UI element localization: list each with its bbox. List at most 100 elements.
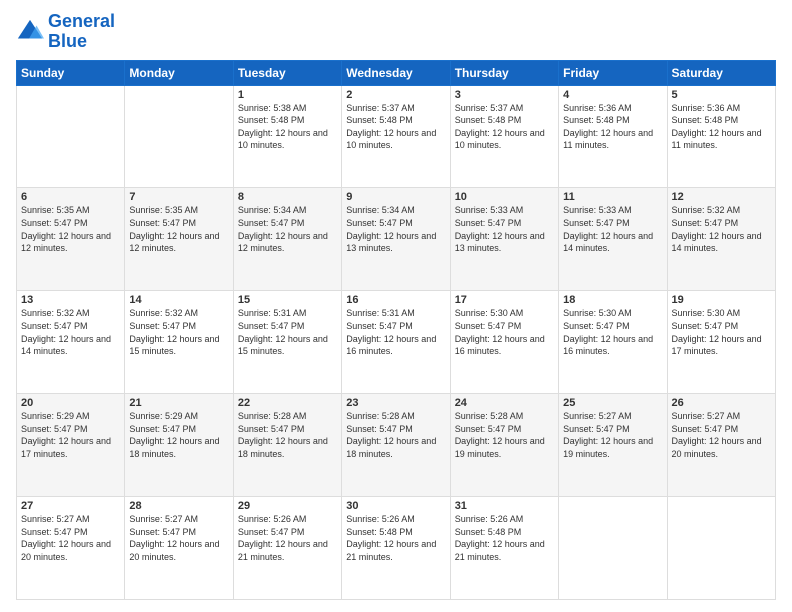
day-info: Sunrise: 5:32 AM Sunset: 5:47 PM Dayligh…	[129, 307, 228, 357]
calendar-cell	[559, 497, 667, 600]
day-info: Sunrise: 5:31 AM Sunset: 5:47 PM Dayligh…	[346, 307, 445, 357]
calendar-cell: 11Sunrise: 5:33 AM Sunset: 5:47 PM Dayli…	[559, 188, 667, 291]
day-info: Sunrise: 5:30 AM Sunset: 5:47 PM Dayligh…	[455, 307, 554, 357]
day-header-friday: Friday	[559, 60, 667, 85]
day-number: 2	[346, 89, 445, 101]
calendar-cell	[125, 85, 233, 188]
day-number: 11	[563, 191, 662, 203]
calendar-cell: 3Sunrise: 5:37 AM Sunset: 5:48 PM Daylig…	[450, 85, 558, 188]
day-number: 22	[238, 397, 337, 409]
calendar-cell: 27Sunrise: 5:27 AM Sunset: 5:47 PM Dayli…	[17, 497, 125, 600]
day-info: Sunrise: 5:35 AM Sunset: 5:47 PM Dayligh…	[129, 204, 228, 254]
calendar-cell: 2Sunrise: 5:37 AM Sunset: 5:48 PM Daylig…	[342, 85, 450, 188]
day-number: 25	[563, 397, 662, 409]
calendar-header-row: SundayMondayTuesdayWednesdayThursdayFrid…	[17, 60, 776, 85]
calendar-cell: 6Sunrise: 5:35 AM Sunset: 5:47 PM Daylig…	[17, 188, 125, 291]
calendar-cell: 31Sunrise: 5:26 AM Sunset: 5:48 PM Dayli…	[450, 497, 558, 600]
calendar-cell: 15Sunrise: 5:31 AM Sunset: 5:47 PM Dayli…	[233, 291, 341, 394]
day-number: 8	[238, 191, 337, 203]
day-number: 12	[672, 191, 771, 203]
calendar-cell: 29Sunrise: 5:26 AM Sunset: 5:47 PM Dayli…	[233, 497, 341, 600]
calendar-cell: 18Sunrise: 5:30 AM Sunset: 5:47 PM Dayli…	[559, 291, 667, 394]
day-header-thursday: Thursday	[450, 60, 558, 85]
day-info: Sunrise: 5:27 AM Sunset: 5:47 PM Dayligh…	[21, 513, 120, 563]
day-number: 3	[455, 89, 554, 101]
logo: General Blue	[16, 12, 115, 52]
calendar-cell: 20Sunrise: 5:29 AM Sunset: 5:47 PM Dayli…	[17, 394, 125, 497]
page: General Blue SundayMondayTuesdayWednesda…	[0, 0, 792, 612]
day-info: Sunrise: 5:28 AM Sunset: 5:47 PM Dayligh…	[346, 410, 445, 460]
day-number: 28	[129, 500, 228, 512]
calendar-week-2: 6Sunrise: 5:35 AM Sunset: 5:47 PM Daylig…	[17, 188, 776, 291]
calendar-body: 1Sunrise: 5:38 AM Sunset: 5:48 PM Daylig…	[17, 85, 776, 599]
day-header-monday: Monday	[125, 60, 233, 85]
day-number: 20	[21, 397, 120, 409]
day-number: 13	[21, 294, 120, 306]
day-number: 27	[21, 500, 120, 512]
day-number: 18	[563, 294, 662, 306]
calendar-cell: 16Sunrise: 5:31 AM Sunset: 5:47 PM Dayli…	[342, 291, 450, 394]
day-info: Sunrise: 5:31 AM Sunset: 5:47 PM Dayligh…	[238, 307, 337, 357]
day-info: Sunrise: 5:35 AM Sunset: 5:47 PM Dayligh…	[21, 204, 120, 254]
day-info: Sunrise: 5:26 AM Sunset: 5:47 PM Dayligh…	[238, 513, 337, 563]
day-number: 24	[455, 397, 554, 409]
day-number: 26	[672, 397, 771, 409]
day-info: Sunrise: 5:34 AM Sunset: 5:47 PM Dayligh…	[346, 204, 445, 254]
day-info: Sunrise: 5:30 AM Sunset: 5:47 PM Dayligh…	[672, 307, 771, 357]
calendar-cell: 7Sunrise: 5:35 AM Sunset: 5:47 PM Daylig…	[125, 188, 233, 291]
day-header-tuesday: Tuesday	[233, 60, 341, 85]
day-info: Sunrise: 5:37 AM Sunset: 5:48 PM Dayligh…	[346, 102, 445, 152]
day-info: Sunrise: 5:27 AM Sunset: 5:47 PM Dayligh…	[129, 513, 228, 563]
day-header-saturday: Saturday	[667, 60, 775, 85]
calendar-week-1: 1Sunrise: 5:38 AM Sunset: 5:48 PM Daylig…	[17, 85, 776, 188]
day-number: 16	[346, 294, 445, 306]
calendar-cell: 23Sunrise: 5:28 AM Sunset: 5:47 PM Dayli…	[342, 394, 450, 497]
day-info: Sunrise: 5:32 AM Sunset: 5:47 PM Dayligh…	[672, 204, 771, 254]
calendar-cell: 21Sunrise: 5:29 AM Sunset: 5:47 PM Dayli…	[125, 394, 233, 497]
calendar-cell	[17, 85, 125, 188]
day-info: Sunrise: 5:32 AM Sunset: 5:47 PM Dayligh…	[21, 307, 120, 357]
day-number: 5	[672, 89, 771, 101]
calendar-cell	[667, 497, 775, 600]
day-number: 29	[238, 500, 337, 512]
calendar-cell: 10Sunrise: 5:33 AM Sunset: 5:47 PM Dayli…	[450, 188, 558, 291]
calendar-cell: 19Sunrise: 5:30 AM Sunset: 5:47 PM Dayli…	[667, 291, 775, 394]
day-number: 14	[129, 294, 228, 306]
calendar-cell: 28Sunrise: 5:27 AM Sunset: 5:47 PM Dayli…	[125, 497, 233, 600]
calendar-cell: 26Sunrise: 5:27 AM Sunset: 5:47 PM Dayli…	[667, 394, 775, 497]
calendar-week-4: 20Sunrise: 5:29 AM Sunset: 5:47 PM Dayli…	[17, 394, 776, 497]
day-info: Sunrise: 5:27 AM Sunset: 5:47 PM Dayligh…	[563, 410, 662, 460]
calendar-cell: 14Sunrise: 5:32 AM Sunset: 5:47 PM Dayli…	[125, 291, 233, 394]
day-info: Sunrise: 5:38 AM Sunset: 5:48 PM Dayligh…	[238, 102, 337, 152]
day-info: Sunrise: 5:34 AM Sunset: 5:47 PM Dayligh…	[238, 204, 337, 254]
calendar-cell: 1Sunrise: 5:38 AM Sunset: 5:48 PM Daylig…	[233, 85, 341, 188]
day-number: 31	[455, 500, 554, 512]
calendar-cell: 9Sunrise: 5:34 AM Sunset: 5:47 PM Daylig…	[342, 188, 450, 291]
day-number: 6	[21, 191, 120, 203]
day-number: 7	[129, 191, 228, 203]
day-number: 1	[238, 89, 337, 101]
day-number: 19	[672, 294, 771, 306]
calendar-cell: 8Sunrise: 5:34 AM Sunset: 5:47 PM Daylig…	[233, 188, 341, 291]
day-info: Sunrise: 5:26 AM Sunset: 5:48 PM Dayligh…	[455, 513, 554, 563]
day-header-sunday: Sunday	[17, 60, 125, 85]
day-number: 9	[346, 191, 445, 203]
day-info: Sunrise: 5:30 AM Sunset: 5:47 PM Dayligh…	[563, 307, 662, 357]
day-number: 10	[455, 191, 554, 203]
day-info: Sunrise: 5:28 AM Sunset: 5:47 PM Dayligh…	[238, 410, 337, 460]
day-info: Sunrise: 5:26 AM Sunset: 5:48 PM Dayligh…	[346, 513, 445, 563]
day-info: Sunrise: 5:36 AM Sunset: 5:48 PM Dayligh…	[672, 102, 771, 152]
day-info: Sunrise: 5:36 AM Sunset: 5:48 PM Dayligh…	[563, 102, 662, 152]
day-info: Sunrise: 5:29 AM Sunset: 5:47 PM Dayligh…	[21, 410, 120, 460]
logo-icon	[16, 18, 44, 46]
day-info: Sunrise: 5:37 AM Sunset: 5:48 PM Dayligh…	[455, 102, 554, 152]
day-number: 21	[129, 397, 228, 409]
day-number: 23	[346, 397, 445, 409]
calendar-cell: 5Sunrise: 5:36 AM Sunset: 5:48 PM Daylig…	[667, 85, 775, 188]
calendar-cell: 17Sunrise: 5:30 AM Sunset: 5:47 PM Dayli…	[450, 291, 558, 394]
day-number: 4	[563, 89, 662, 101]
day-info: Sunrise: 5:28 AM Sunset: 5:47 PM Dayligh…	[455, 410, 554, 460]
calendar-cell: 30Sunrise: 5:26 AM Sunset: 5:48 PM Dayli…	[342, 497, 450, 600]
calendar-week-5: 27Sunrise: 5:27 AM Sunset: 5:47 PM Dayli…	[17, 497, 776, 600]
calendar-cell: 24Sunrise: 5:28 AM Sunset: 5:47 PM Dayli…	[450, 394, 558, 497]
